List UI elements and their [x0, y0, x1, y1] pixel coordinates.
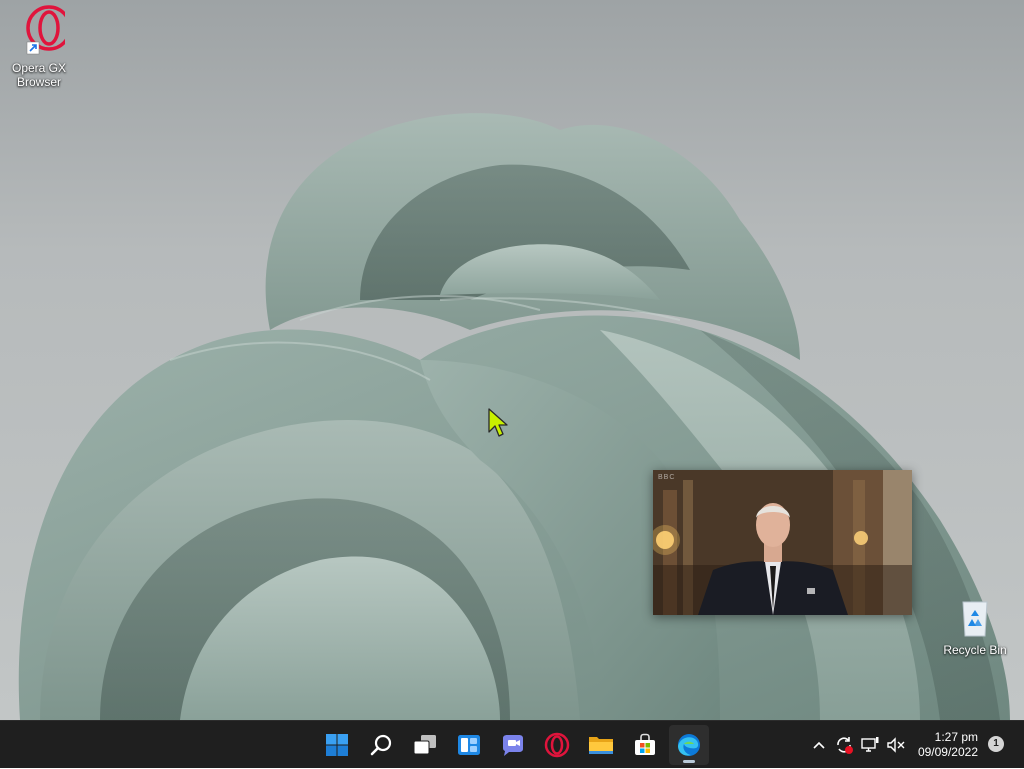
desktop-icon-label: Opera GX Browser — [11, 61, 67, 89]
desktop-icon-label: Recycle Bin — [943, 643, 1007, 657]
notification-badge[interactable]: 1 — [988, 736, 1004, 752]
taskbar-widgets-button[interactable] — [449, 725, 489, 765]
tray-network[interactable] — [858, 721, 882, 769]
taskbar-store-button[interactable] — [625, 725, 665, 765]
taskbar-edge-button[interactable] — [669, 725, 709, 765]
desktop: Opera GX Browser Recycle Bin BBC — [0, 0, 1024, 720]
taskbar-start-button[interactable] — [317, 725, 357, 765]
pip-watermark: BBC — [658, 474, 676, 481]
active-app-indicator — [683, 760, 695, 763]
taskbar-clock[interactable]: 1:27 pm 09/09/2022 — [908, 730, 978, 760]
mouse-cursor-icon — [488, 408, 508, 437]
windows-start-icon — [326, 734, 348, 756]
network-icon — [861, 737, 879, 752]
clock-time: 1:27 pm — [934, 730, 978, 744]
taskbar-file-explorer-button[interactable] — [581, 725, 621, 765]
taskbar: 1:27 pm 09/09/2022 1 — [0, 720, 1024, 768]
volume-muted-icon — [887, 737, 905, 753]
widgets-icon — [458, 735, 480, 755]
teams-chat-icon — [503, 735, 523, 756]
chevron-up-icon — [813, 741, 825, 749]
opera-gx-icon — [544, 732, 570, 758]
search-icon — [370, 734, 392, 756]
taskbar-opera-gx-button[interactable] — [537, 725, 577, 765]
taskbar-search-button[interactable] — [361, 725, 401, 765]
tray-volume[interactable] — [884, 721, 908, 769]
opera-gx-icon — [26, 5, 72, 55]
tray-show-hidden-icons[interactable] — [808, 721, 830, 769]
taskbar-chat-button[interactable] — [493, 725, 533, 765]
task-view-icon — [413, 735, 436, 755]
desktop-icon-recycle-bin[interactable]: Recycle Bin — [937, 598, 1013, 657]
clock-date: 09/09/2022 — [917, 745, 978, 759]
sync-icon — [837, 737, 853, 754]
recycle-bin-icon — [962, 601, 988, 637]
picture-in-picture-video[interactable]: BBC — [653, 470, 912, 615]
desktop-icon-opera-gx[interactable]: Opera GX Browser — [1, 4, 77, 89]
store-icon — [635, 733, 655, 755]
taskbar-task-view-button[interactable] — [405, 725, 445, 765]
edge-icon — [678, 734, 700, 756]
video-thumbnail — [653, 470, 912, 615]
tray-sync-status[interactable] — [832, 721, 856, 769]
file-explorer-icon — [589, 737, 613, 754]
